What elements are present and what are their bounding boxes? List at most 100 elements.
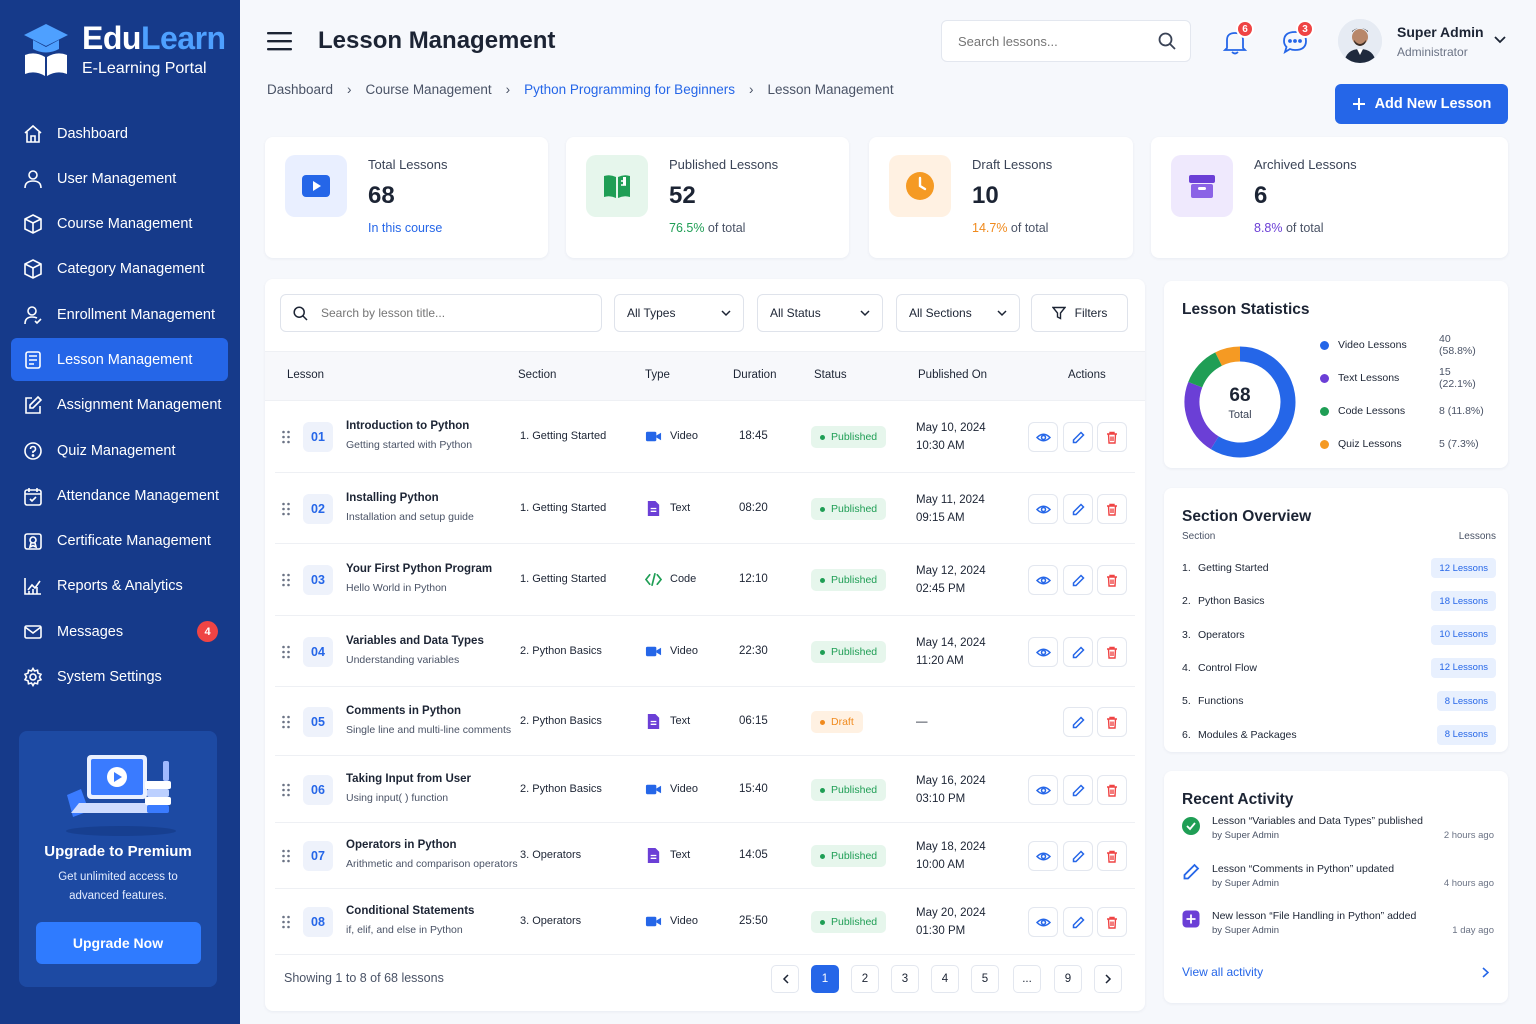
menu-toggle-icon[interactable] — [267, 30, 293, 52]
sidebar-item-quiz[interactable]: Quiz Management — [11, 429, 228, 472]
delete-button[interactable] — [1097, 494, 1127, 524]
sidebar-item-categories[interactable]: Category Management — [11, 248, 228, 291]
card-title: Lesson Statistics — [1182, 301, 1310, 318]
edit-button[interactable] — [1063, 494, 1093, 524]
edit-button[interactable] — [1063, 707, 1093, 737]
prev-page-button[interactable] — [771, 965, 799, 993]
sidebar-item-courses[interactable]: Course Management — [11, 203, 228, 246]
sidebar-item-settings[interactable]: System Settings — [11, 656, 228, 699]
page-button[interactable]: 5 — [971, 965, 999, 993]
sidebar: EduLearn E-Learning Portal Dashboard Use… — [0, 0, 240, 1024]
breadcrumb-course-management[interactable]: Course Management — [366, 82, 492, 97]
table-row[interactable]: 08 Conditional Statements if, elif, and … — [275, 889, 1135, 955]
view-button[interactable] — [1028, 494, 1058, 524]
search-icon[interactable] — [1158, 32, 1176, 50]
sidebar-item-messages[interactable]: Messages 4 — [11, 610, 228, 653]
section-row[interactable]: 3. Operators 10 Lessons — [1182, 624, 1496, 646]
upgrade-now-button[interactable]: Upgrade Now — [35, 922, 201, 964]
section-row[interactable]: 1. Getting Started 12 Lessons — [1182, 557, 1496, 579]
next-page-button[interactable] — [1094, 965, 1122, 993]
type-filter-select[interactable]: All Types — [614, 294, 744, 332]
sidebar-item-enrollment[interactable]: Enrollment Management — [11, 293, 228, 336]
add-new-lesson-button[interactable]: Add New Lesson — [1335, 84, 1508, 124]
edit-button[interactable] — [1063, 565, 1093, 595]
lesson-title[interactable]: Taking Input from User — [346, 773, 471, 785]
view-button[interactable] — [1028, 565, 1058, 595]
page-button[interactable]: 3 — [891, 965, 919, 993]
page-button[interactable]: 1 — [811, 965, 839, 993]
view-button[interactable] — [1028, 637, 1058, 667]
lesson-title[interactable]: Your First Python Program — [346, 563, 492, 575]
edit-button[interactable] — [1063, 841, 1093, 871]
status-filter-select[interactable]: All Status — [757, 294, 883, 332]
delete-button[interactable] — [1097, 637, 1127, 667]
activity-author: by Super Admin — [1212, 878, 1280, 889]
lesson-title[interactable]: Operators in Python — [346, 839, 457, 851]
sidebar-item-reports[interactable]: Reports & Analytics — [11, 565, 228, 608]
activity-time: 4 hours ago — [1443, 878, 1494, 889]
drag-handle-icon[interactable] — [281, 782, 291, 798]
view-button[interactable] — [1028, 907, 1058, 937]
delete-button[interactable] — [1097, 707, 1127, 737]
chevron-right-icon[interactable] — [1482, 967, 1489, 978]
view-button[interactable] — [1028, 422, 1058, 452]
drag-handle-icon[interactable] — [281, 572, 291, 588]
edit-button[interactable] — [1063, 637, 1093, 667]
delete-button[interactable] — [1097, 422, 1127, 452]
section-row[interactable]: 5. Functions 8 Lessons — [1182, 690, 1496, 712]
edit-button[interactable] — [1063, 907, 1093, 937]
lesson-title[interactable]: Conditional Statements — [346, 905, 474, 917]
page-button[interactable]: 9 — [1054, 965, 1082, 993]
section-row[interactable]: 6. Modules & Packages 8 Lessons — [1182, 724, 1496, 746]
delete-button[interactable] — [1097, 565, 1127, 595]
view-button[interactable] — [1028, 841, 1058, 871]
lesson-title[interactable]: Comments in Python — [346, 705, 461, 717]
table-row[interactable]: 05 Comments in Python Single line and mu… — [275, 687, 1135, 756]
view-all-activity-link[interactable]: View all activity — [1182, 965, 1263, 979]
lesson-title[interactable]: Introduction to Python — [346, 420, 469, 432]
sidebar-item-lessons[interactable]: Lesson Management — [11, 338, 228, 382]
table-row[interactable]: 06 Taking Input from User Using input( )… — [275, 756, 1135, 823]
drag-handle-icon[interactable] — [281, 714, 291, 730]
lesson-search-input[interactable] — [280, 294, 602, 332]
table-row[interactable]: 04 Variables and Data Types Understandin… — [275, 616, 1135, 687]
drag-handle-icon[interactable] — [281, 429, 291, 445]
edit-button[interactable] — [1063, 422, 1093, 452]
edit-icon — [25, 396, 43, 415]
page-button[interactable]: 2 — [851, 965, 879, 993]
sidebar-item-users[interactable]: User Management — [11, 157, 228, 200]
table-row[interactable]: 02 Installing Python Installation and se… — [275, 473, 1135, 544]
chevron-down-icon[interactable] — [1494, 35, 1506, 45]
card-title: Recent Activity — [1182, 791, 1294, 808]
sidebar-item-label: Attendance Management — [57, 487, 220, 504]
delete-button[interactable] — [1097, 841, 1127, 871]
drag-handle-icon[interactable] — [281, 914, 291, 930]
breadcrumb-dashboard[interactable]: Dashboard — [267, 82, 333, 97]
sidebar-item-dashboard[interactable]: Dashboard — [11, 112, 228, 155]
page-button[interactable]: 4 — [931, 965, 959, 993]
stat-label: Total Lessons — [368, 157, 448, 172]
sidebar-item-assignments[interactable]: Assignment Management — [11, 384, 228, 427]
section-row[interactable]: 4. Control Flow 12 Lessons — [1182, 657, 1496, 679]
drag-handle-icon[interactable] — [281, 644, 291, 660]
table-row[interactable]: 01 Introduction to Python Getting starte… — [275, 401, 1135, 473]
view-button[interactable] — [1028, 775, 1058, 805]
sidebar-item-certificates[interactable]: Certificate Management — [11, 520, 228, 563]
lesson-title[interactable]: Installing Python — [346, 492, 439, 504]
brand-logo[interactable]: EduLearn E-Learning Portal — [22, 22, 226, 78]
section-filter-select[interactable]: All Sections — [896, 294, 1020, 332]
avatar[interactable] — [1338, 19, 1382, 63]
table-row[interactable]: 07 Operators in Python Arithmetic and co… — [275, 823, 1135, 889]
edit-button[interactable] — [1063, 775, 1093, 805]
drag-handle-icon[interactable] — [281, 848, 291, 864]
drag-handle-icon[interactable] — [281, 501, 291, 517]
delete-button[interactable] — [1097, 775, 1127, 805]
lesson-title[interactable]: Variables and Data Types — [346, 635, 484, 647]
filters-button[interactable]: Filters — [1031, 294, 1128, 332]
table-row[interactable]: 03 Your First Python Program Hello World… — [275, 544, 1135, 616]
section-row[interactable]: 2. Python Basics 18 Lessons — [1182, 590, 1496, 612]
breadcrumb-course[interactable]: Python Programming for Beginners — [524, 82, 735, 97]
search-input[interactable] — [941, 20, 1191, 62]
delete-button[interactable] — [1097, 907, 1127, 937]
sidebar-item-attendance[interactable]: Attendance Management — [11, 474, 228, 517]
